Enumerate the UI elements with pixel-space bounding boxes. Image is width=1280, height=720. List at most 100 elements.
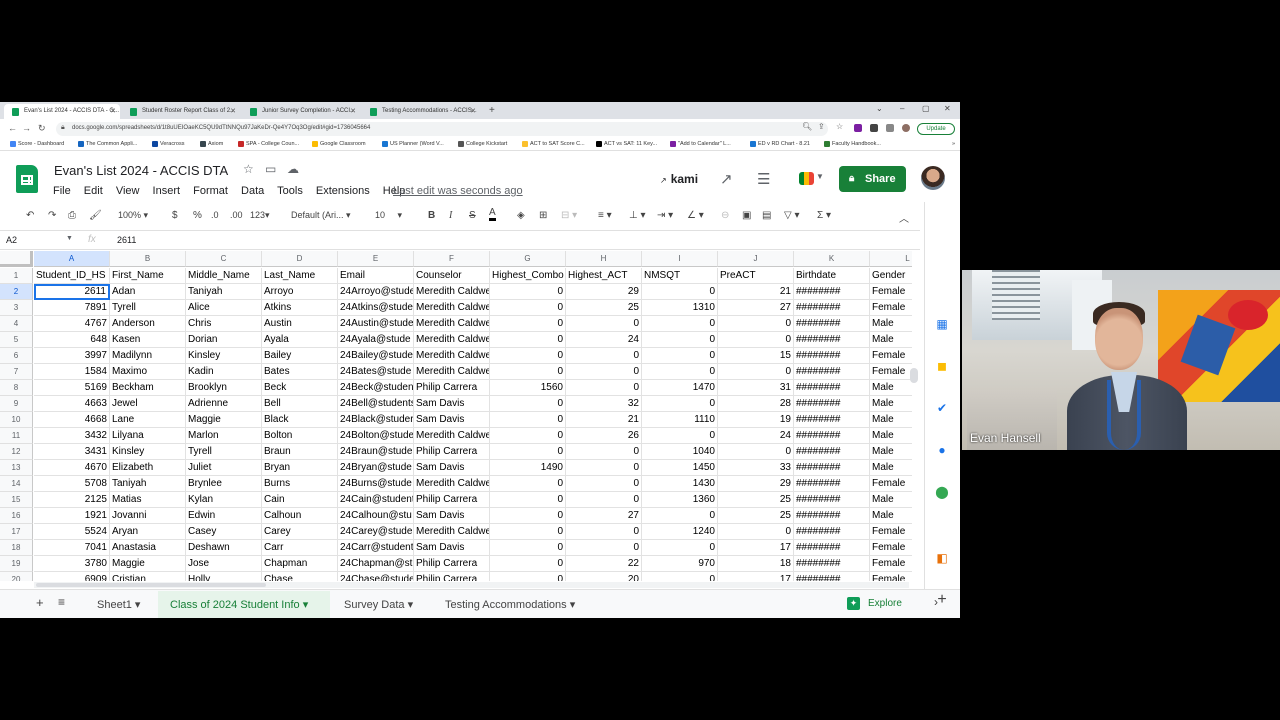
table-cell[interactable]: Austin <box>262 316 338 332</box>
more-formats-select[interactable]: 123▾ <box>250 210 270 221</box>
table-cell[interactable]: Jovanni <box>110 508 186 524</box>
bookmark-item[interactable]: ACT to SAT Score C... <box>522 141 585 147</box>
table-cell[interactable]: 0 <box>642 284 718 300</box>
table-cell[interactable]: Meredith Caldwe <box>414 348 490 364</box>
table-cell[interactable]: 0 <box>490 332 566 348</box>
table-cell[interactable]: Brynlee <box>186 476 262 492</box>
bookmark-item[interactable]: "Add to Calendar" L... <box>670 141 731 147</box>
table-cell[interactable]: Female <box>870 572 912 581</box>
table-cell[interactable]: Deshawn <box>186 540 262 556</box>
bookmarks-overflow-icon[interactable]: » <box>944 141 955 147</box>
filter-icon[interactable]: ▽ ▾ <box>784 210 800 221</box>
row-header[interactable]: 1 <box>0 268 33 284</box>
column-header-l[interactable]: L <box>870 251 912 267</box>
browser-tab-testing-accommodations[interactable]: Testing Accommodations - ACCIS... ✕ <box>362 104 480 119</box>
header-cell[interactable]: First_Name <box>110 268 186 284</box>
table-cell[interactable]: 648 <box>34 332 110 348</box>
horizontal-scrollbar[interactable] <box>34 582 909 588</box>
table-cell[interactable]: Jose <box>186 556 262 572</box>
header-cell[interactable]: Birthdate <box>794 268 870 284</box>
table-cell[interactable]: Sam Davis <box>414 396 490 412</box>
table-cell[interactable]: 3431 <box>34 444 110 460</box>
table-cell[interactable]: Braun <box>262 444 338 460</box>
table-cell[interactable]: 0 <box>718 316 794 332</box>
close-icon[interactable]: ✕ <box>230 107 236 115</box>
table-cell[interactable]: 19 <box>718 412 794 428</box>
table-cell[interactable]: Cain <box>262 492 338 508</box>
strikethrough-button[interactable]: S <box>469 210 476 221</box>
bookmark-item[interactable]: The Common Appli... <box>78 141 137 147</box>
table-cell[interactable]: Male <box>870 396 912 412</box>
meet-button[interactable]: ▼ <box>795 170 825 188</box>
table-cell[interactable]: 0 <box>718 364 794 380</box>
table-cell[interactable]: Cristian <box>110 572 186 581</box>
vertical-scrollbar[interactable] <box>910 368 918 383</box>
table-cell[interactable]: Anastasia <box>110 540 186 556</box>
table-cell[interactable]: Philip Carrera <box>414 380 490 396</box>
table-cell[interactable]: 0 <box>490 476 566 492</box>
table-cell[interactable]: 0 <box>490 396 566 412</box>
table-cell[interactable]: Kasen <box>110 332 186 348</box>
column-header-f[interactable]: F <box>414 251 490 267</box>
table-cell[interactable]: Alice <box>186 300 262 316</box>
table-cell[interactable]: 7041 <box>34 540 110 556</box>
window-close-icon[interactable]: ✕ <box>944 104 951 113</box>
table-cell[interactable]: 0 <box>490 316 566 332</box>
table-cell[interactable]: 15 <box>718 348 794 364</box>
table-cell[interactable]: Bailey <box>262 348 338 364</box>
table-cell[interactable]: 1450 <box>642 460 718 476</box>
print-icon[interactable]: ⎙ <box>68 210 76 221</box>
table-cell[interactable]: ######## <box>794 556 870 572</box>
table-cell[interactable]: Sam Davis <box>414 540 490 556</box>
menu-insert[interactable]: Insert <box>153 185 181 197</box>
table-cell[interactable]: 24 <box>566 332 642 348</box>
table-cell[interactable]: Bates <box>262 364 338 380</box>
table-cell[interactable]: 0 <box>490 284 566 300</box>
sheet-tab[interactable]: Survey Data ▾ <box>344 598 413 611</box>
table-cell[interactable]: 24Carey@stude <box>338 524 414 540</box>
table-cell[interactable]: 7891 <box>34 300 110 316</box>
table-cell[interactable]: ######## <box>794 540 870 556</box>
add-addon-icon[interactable]: + <box>934 592 950 608</box>
column-header-g[interactable]: G <box>490 251 566 267</box>
column-header-e[interactable]: E <box>338 251 414 267</box>
table-cell[interactable]: 0 <box>566 492 642 508</box>
table-cell[interactable]: 2125 <box>34 492 110 508</box>
table-cell[interactable]: 1470 <box>642 380 718 396</box>
all-sheets-icon[interactable]: ≡ <box>58 595 65 609</box>
table-cell[interactable]: Marlon <box>186 428 262 444</box>
bookmark-item[interactable]: Score - Dashboard <box>10 141 64 147</box>
header-cell[interactable]: Email <box>338 268 414 284</box>
trend-arrow-icon[interactable]: ↗ <box>720 170 733 188</box>
table-cell[interactable]: Kadin <box>186 364 262 380</box>
bookmark-star-icon[interactable]: ☆ <box>836 122 844 131</box>
table-cell[interactable]: Carey <box>262 524 338 540</box>
table-cell[interactable]: Dorian <box>186 332 262 348</box>
table-cell[interactable]: Jewel <box>110 396 186 412</box>
column-header-b[interactable]: B <box>110 251 186 267</box>
table-cell[interactable]: 0 <box>718 332 794 348</box>
row-header[interactable]: 6 <box>0 348 33 364</box>
redo-icon[interactable]: ↷ <box>48 210 56 221</box>
table-cell[interactable]: ######## <box>794 348 870 364</box>
fill-color-icon[interactable]: ◈ <box>517 210 525 221</box>
insert-chart-icon[interactable]: ▤ <box>762 210 771 221</box>
bookmark-item[interactable]: ED v RD Chart - 8.21 <box>750 141 810 147</box>
sheet-tab[interactable]: Testing Accommodations ▾ <box>445 598 575 611</box>
table-cell[interactable]: 24Bell@students <box>338 396 414 412</box>
sidepanel-icon[interactable] <box>886 124 894 132</box>
table-cell[interactable]: Female <box>870 284 912 300</box>
table-cell[interactable]: ######## <box>794 412 870 428</box>
scroll-thumb[interactable] <box>36 583 266 587</box>
table-cell[interactable]: 0 <box>642 332 718 348</box>
table-cell[interactable]: ######## <box>794 380 870 396</box>
text-wrap-icon[interactable]: ⇥ ▾ <box>657 210 673 221</box>
table-cell[interactable]: 0 <box>566 348 642 364</box>
minimize-icon[interactable]: – <box>900 104 904 113</box>
menu-edit[interactable]: Edit <box>84 185 103 197</box>
table-cell[interactable]: 29 <box>718 476 794 492</box>
table-cell[interactable]: 27 <box>718 300 794 316</box>
table-cell[interactable]: 24Bryan@stude <box>338 460 414 476</box>
table-cell[interactable]: ######## <box>794 316 870 332</box>
currency-format-button[interactable]: $ <box>172 210 178 221</box>
